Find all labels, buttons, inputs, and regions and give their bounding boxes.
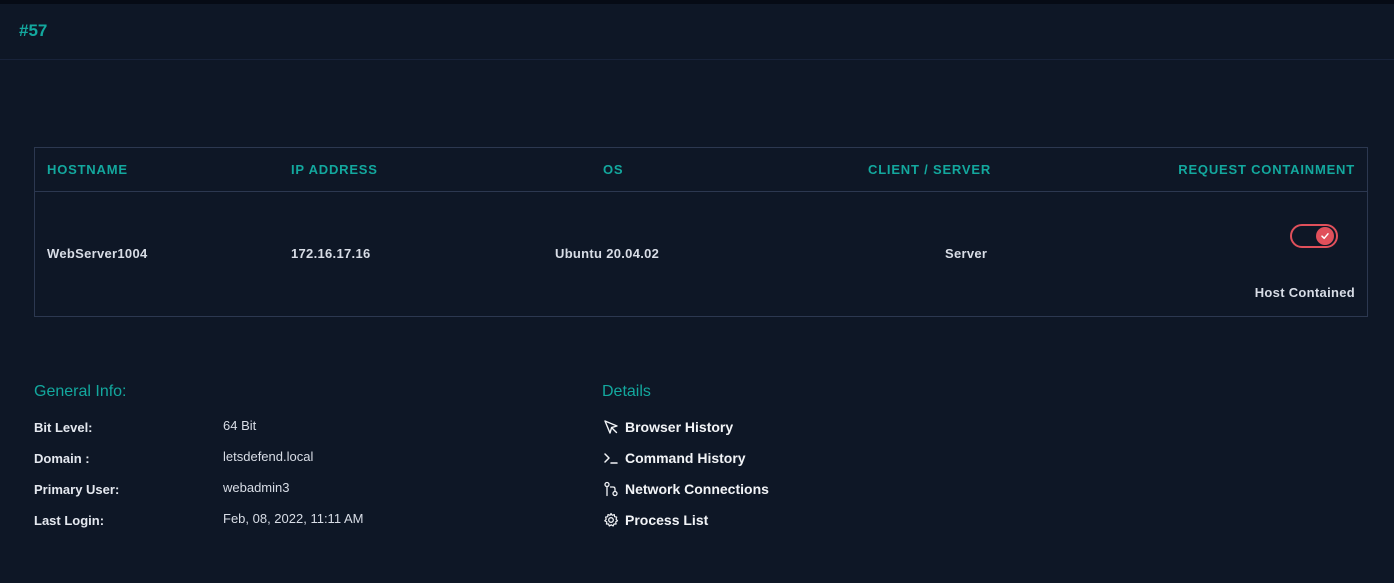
containment-toggle[interactable] [1290,224,1338,248]
column-request-containment: REQUEST CONTAINMENT [1178,162,1355,177]
primary-user-value: webadmin3 [223,480,290,495]
details-title: Details [602,383,651,400]
browser-history-label: Browser History [625,419,734,435]
checkmark-icon [1316,227,1334,245]
column-hostname: HOSTNAME [47,162,128,177]
bit-level-label: Bit Level: [34,420,93,435]
terminal-icon [602,449,620,467]
command-history-label: Command History [625,450,746,466]
command-history-link[interactable]: Command History [602,449,746,467]
cursor-icon [602,418,620,436]
domain-label: Domain : [34,451,90,466]
domain-value: letsdefend.local [223,449,314,464]
general-info-title: General Info: [34,383,127,400]
ip-address-value: 172.16.17.16 [291,246,371,261]
page-header: #57 [0,4,1394,60]
process-list-label: Process List [625,512,709,528]
os-value: Ubuntu 20.04.02 [555,246,660,261]
git-branch-icon [602,480,620,498]
page-title: #57 [19,21,48,40]
column-os: OS [603,162,624,177]
network-connections-link[interactable]: Network Connections [602,480,769,498]
column-ip-address: IP ADDRESS [291,162,378,177]
client-server-value: Server [945,246,988,261]
containment-status: Host Contained [1254,285,1355,300]
last-login-label: Last Login: [34,513,105,528]
network-connections-label: Network Connections [625,481,769,497]
host-table: HOSTNAME IP ADDRESS OS CLIENT / SERVER R… [34,147,1368,317]
last-login-value: Feb, 08, 2022, 11:11 AM [223,511,364,526]
gear-icon [602,511,620,529]
bit-level-value: 64 Bit [223,418,257,433]
table-header-row: HOSTNAME IP ADDRESS OS CLIENT / SERVER R… [35,148,1367,192]
process-list-link[interactable]: Process List [602,511,708,529]
hostname-value: WebServer1004 [47,246,148,261]
column-client-server: CLIENT / SERVER [868,162,992,177]
browser-history-link[interactable]: Browser History [602,418,733,436]
primary-user-label: Primary User: [34,482,120,497]
